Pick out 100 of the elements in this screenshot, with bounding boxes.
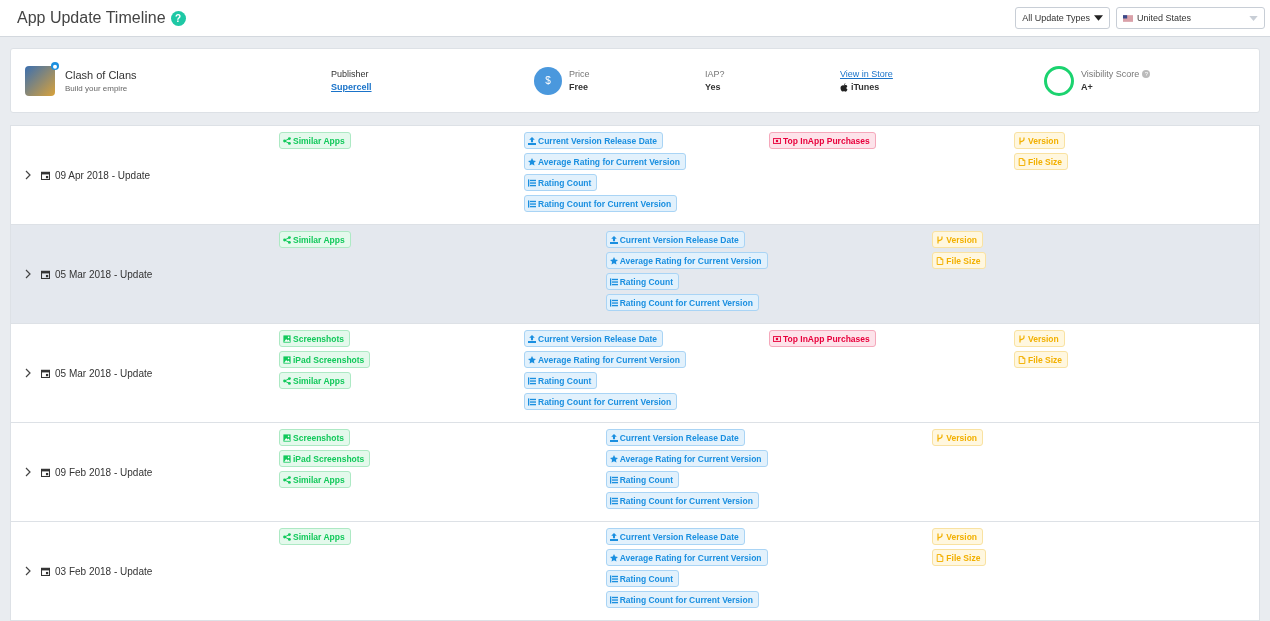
price-value: Free xyxy=(569,82,588,92)
image-icon xyxy=(283,454,291,463)
change-tag: Average Rating for Current Version xyxy=(605,549,768,566)
list-icon xyxy=(609,298,618,307)
upload-icon xyxy=(609,235,618,244)
star-icon xyxy=(609,553,618,562)
change-tag: Current Version Release Date xyxy=(524,132,664,149)
chevron-right-icon[interactable] xyxy=(25,269,31,279)
image-icon xyxy=(283,433,291,442)
page-title: App Update Timeline xyxy=(17,9,166,27)
calendar-icon xyxy=(41,566,50,576)
iap-label: IAP? xyxy=(705,69,725,79)
file-icon xyxy=(936,553,945,562)
publisher-label: Publisher xyxy=(331,69,369,79)
file-icon xyxy=(1018,355,1026,364)
store-name: iTunes xyxy=(851,82,880,92)
update-row[interactable]: 05 Mar 2018 - Update Similar Apps Current Version Release Date Average Rating for Current Version Rating Count Rating Count for Current Version Version File Size xyxy=(11,225,1259,324)
change-tag: Screenshots xyxy=(279,429,351,446)
change-tag: File Size xyxy=(1014,153,1068,170)
upload-icon xyxy=(528,334,536,343)
update-date: 05 Mar 2018 - Update xyxy=(55,268,153,280)
change-tag: Rating Count xyxy=(605,273,680,290)
list-icon xyxy=(609,277,618,286)
change-tag: Average Rating for Current Version xyxy=(605,450,768,467)
list-icon xyxy=(528,199,536,208)
flag-icon xyxy=(1123,14,1133,22)
list-icon xyxy=(528,178,536,187)
banknote-icon xyxy=(773,334,781,343)
upload-icon xyxy=(528,136,536,145)
score-ring xyxy=(1044,65,1074,96)
branch-icon xyxy=(936,532,945,541)
share-icon xyxy=(283,136,291,145)
change-tag: Rating Count xyxy=(605,471,680,488)
change-tag: Top InApp Purchases xyxy=(769,132,876,149)
change-tag: Similar Apps xyxy=(279,528,351,545)
change-tag: Current Version Release Date xyxy=(605,231,745,248)
visibility-score-value: A+ xyxy=(1081,82,1093,92)
share-icon xyxy=(283,532,291,541)
change-tag: Version xyxy=(932,231,984,248)
change-tag: Similar Apps xyxy=(279,231,351,248)
change-tag: Version xyxy=(1014,330,1065,347)
chevron-right-icon[interactable] xyxy=(25,170,31,180)
change-tag: Screenshots xyxy=(279,330,351,347)
change-tag: Current Version Release Date xyxy=(605,528,745,545)
change-tag: Similar Apps xyxy=(279,471,351,488)
branch-icon xyxy=(1018,136,1026,145)
upload-icon xyxy=(609,433,618,442)
share-icon xyxy=(283,235,291,244)
star-icon xyxy=(609,256,618,265)
list-icon xyxy=(609,595,618,604)
change-tag: Version xyxy=(1014,132,1065,149)
dollar-icon: $ xyxy=(534,66,562,95)
calendar-icon xyxy=(41,368,50,378)
star-icon xyxy=(528,157,536,166)
star-icon xyxy=(528,355,536,364)
app-name: Clash of Clans xyxy=(65,68,137,81)
change-tag: File Size xyxy=(932,549,987,566)
country-dropdown[interactable]: United States xyxy=(1116,7,1265,29)
star-icon xyxy=(609,454,618,463)
list-icon xyxy=(609,496,618,505)
chevron-right-icon[interactable] xyxy=(25,467,31,477)
list-icon xyxy=(528,376,536,385)
list-icon xyxy=(609,475,618,484)
change-tag: Similar Apps xyxy=(279,372,351,389)
visibility-score-label: Visibility Score xyxy=(1081,69,1140,79)
iap-value: Yes xyxy=(705,82,721,92)
change-tag: Rating Count xyxy=(524,372,598,389)
image-icon xyxy=(283,355,291,364)
caret-icon xyxy=(1094,15,1103,21)
change-tag: Average Rating for Current Version xyxy=(605,252,768,269)
branch-icon xyxy=(936,433,945,442)
update-type-dropdown[interactable]: All Update Types xyxy=(1015,7,1110,29)
change-tag: Current Version Release Date xyxy=(524,330,664,347)
change-tag: File Size xyxy=(932,252,987,269)
change-tag: File Size xyxy=(1014,351,1068,368)
list-icon xyxy=(528,397,536,406)
update-date: 05 Mar 2018 - Update xyxy=(55,367,153,379)
share-icon xyxy=(283,475,291,484)
publisher-link[interactable]: Supercell xyxy=(331,82,372,92)
update-date: 09 Apr 2018 - Update xyxy=(55,169,151,181)
change-tag: Similar Apps xyxy=(279,132,351,149)
change-tag: Rating Count for Current Version xyxy=(524,195,678,212)
caret-icon xyxy=(1249,15,1258,21)
banknote-icon xyxy=(773,136,781,145)
chevron-right-icon[interactable] xyxy=(25,368,31,378)
change-tag: Version xyxy=(932,429,984,446)
image-icon xyxy=(283,334,291,343)
calendar-icon xyxy=(41,467,50,477)
view-in-store-link[interactable]: View in Store xyxy=(840,69,893,79)
change-tag: Rating Count for Current Version xyxy=(524,393,678,410)
calendar-icon xyxy=(41,170,50,180)
branch-icon xyxy=(1018,334,1026,343)
chevron-right-icon[interactable] xyxy=(25,566,31,576)
change-tag: Average Rating for Current Version xyxy=(524,153,686,170)
change-tag: Version xyxy=(932,528,984,545)
change-tag: Rating Count xyxy=(605,570,680,587)
upload-icon xyxy=(609,532,618,541)
share-icon xyxy=(283,376,291,385)
change-tag: Top InApp Purchases xyxy=(769,330,876,347)
calendar-icon xyxy=(41,269,50,279)
